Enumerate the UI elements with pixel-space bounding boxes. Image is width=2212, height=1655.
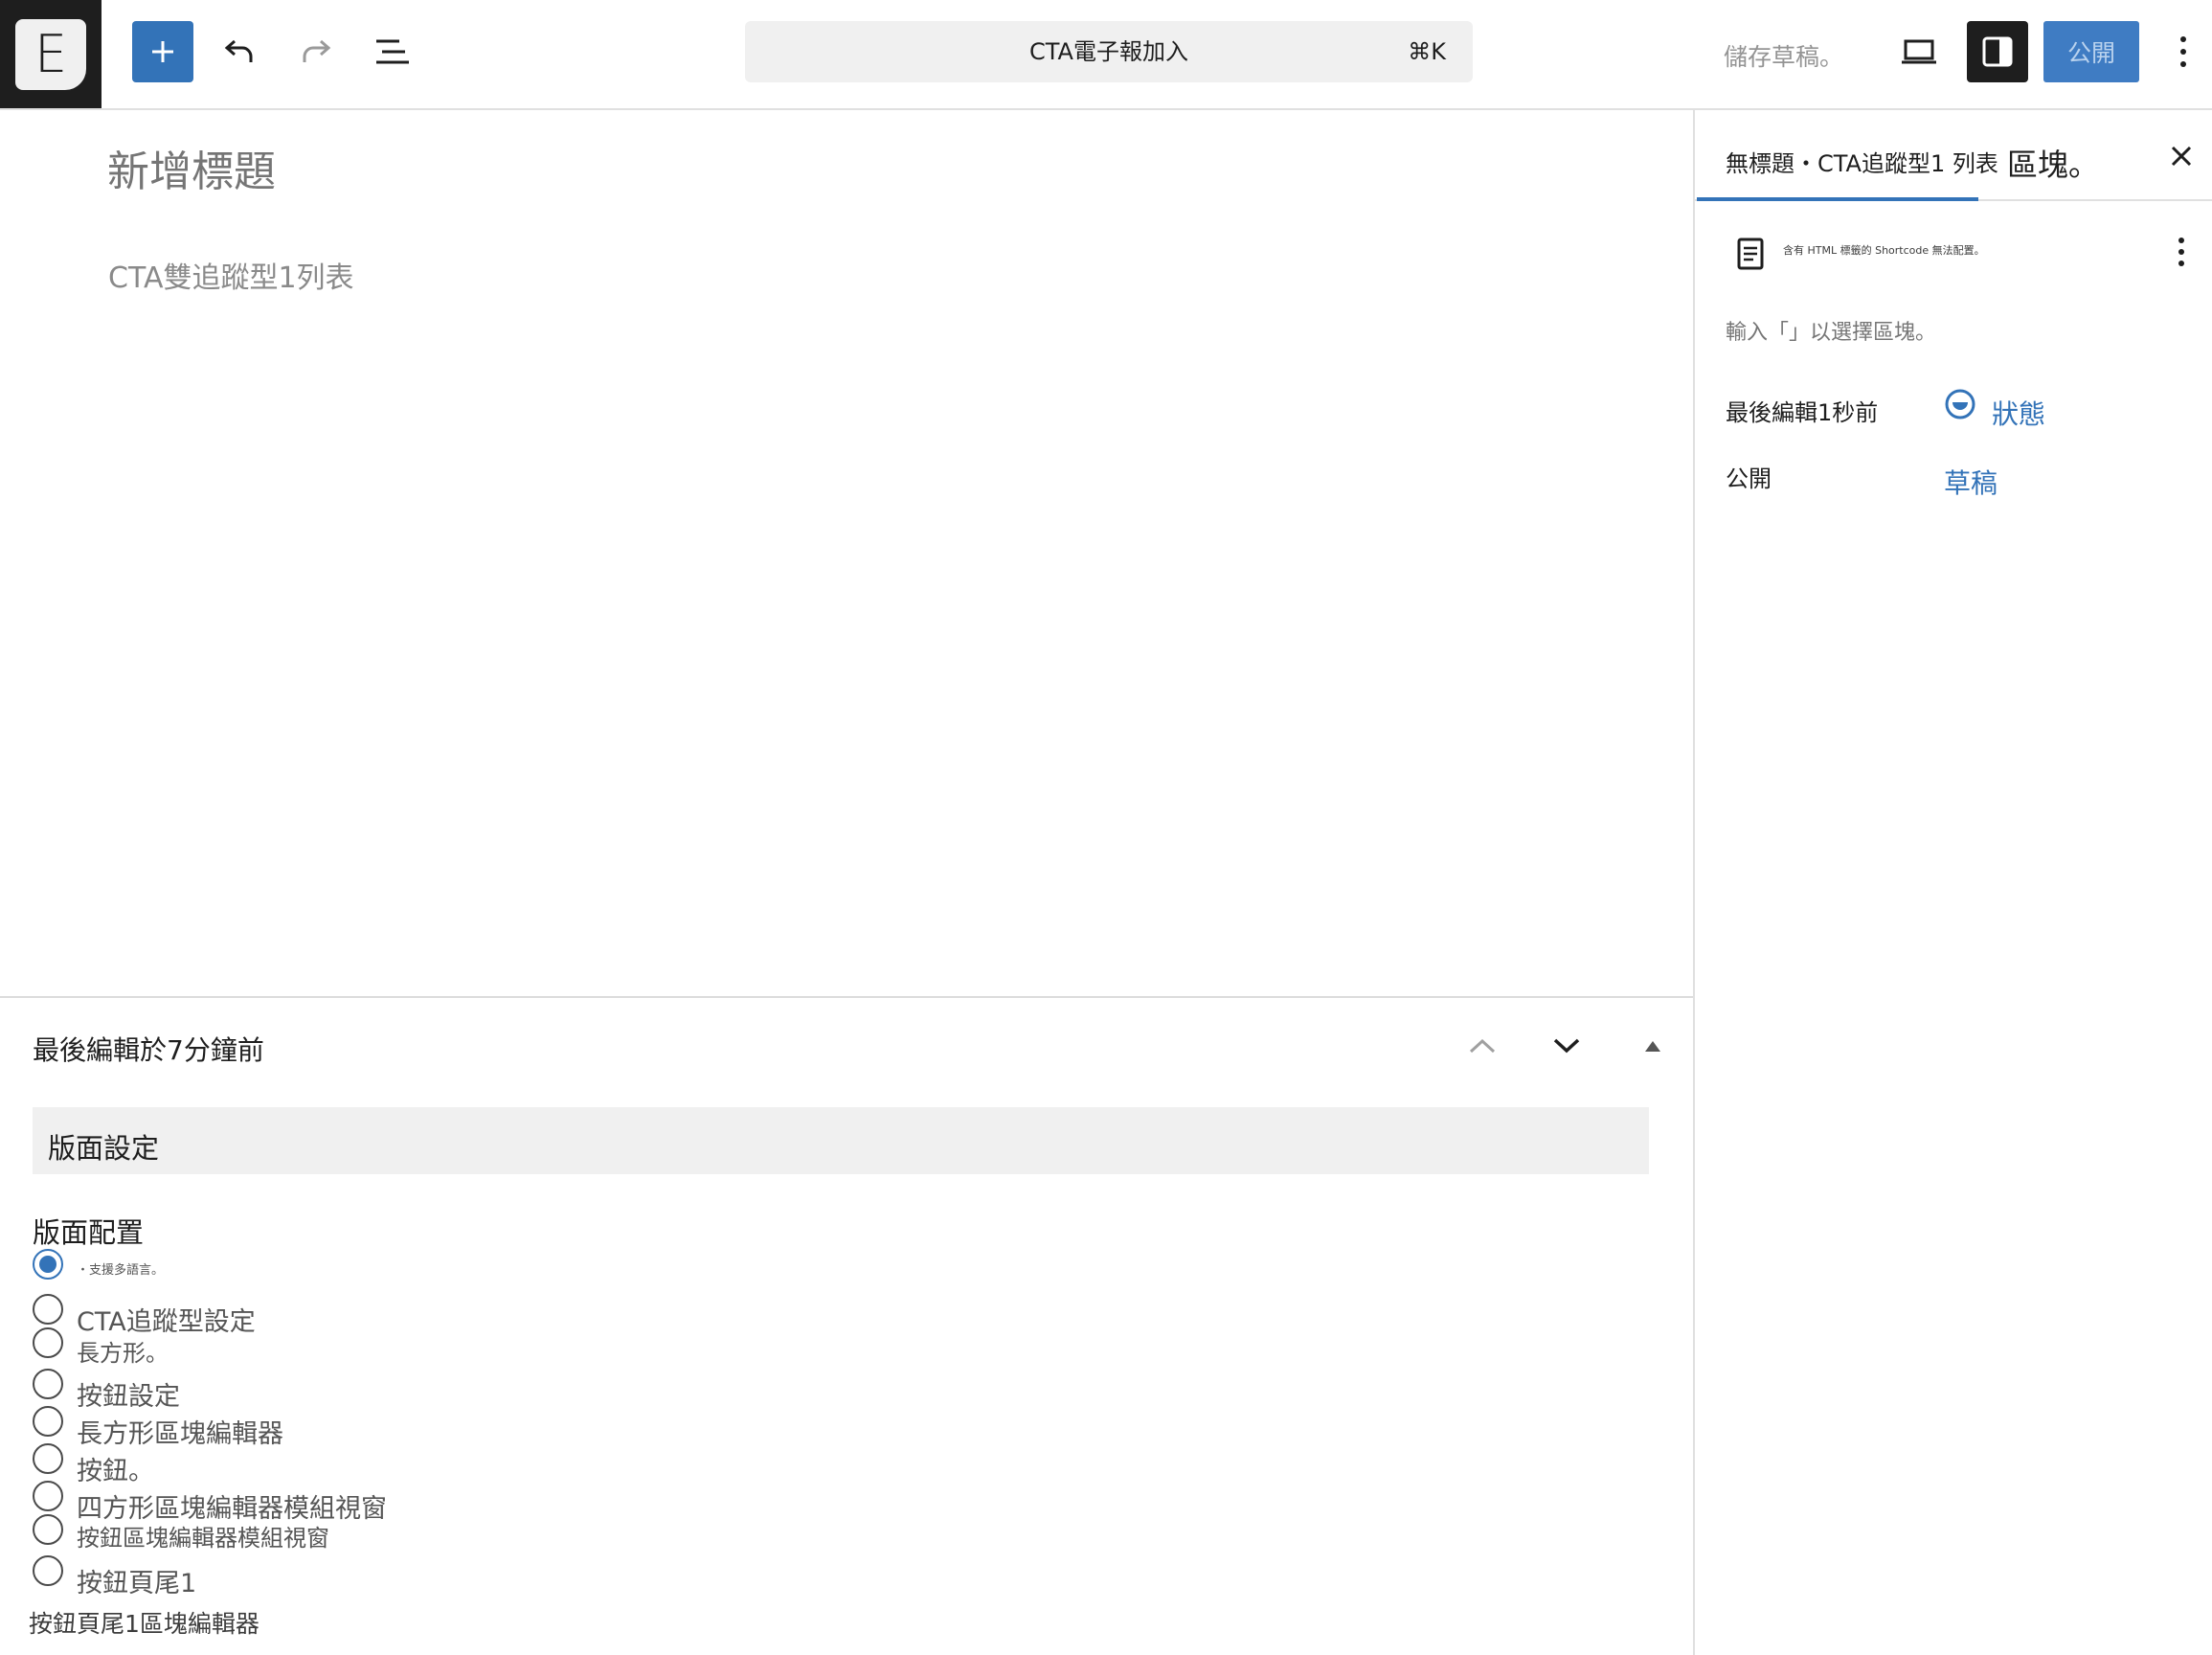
radio-option[interactable]: 按鈕頁尾1 <box>33 1549 196 1598</box>
collapse-panel-button[interactable] <box>1626 1019 1680 1073</box>
redo-button[interactable] <box>285 21 347 82</box>
preview-button[interactable] <box>1888 21 1950 82</box>
undo-button[interactable] <box>209 21 270 82</box>
radio-label: ・支援多語言。 <box>77 1263 165 1278</box>
radio-option[interactable]: 按鈕。 <box>33 1437 154 1486</box>
radio-button[interactable] <box>33 1555 63 1586</box>
more-vertical-icon <box>2180 36 2186 67</box>
keyboard-shortcut: ⌘K <box>1408 38 1446 65</box>
post-title-input[interactable]: 新增標題 <box>107 137 276 198</box>
sidebar-tabs: 無標題・CTA追蹤型1 列表 區塊。 <box>1695 110 2212 201</box>
layout-settings-title: 版面設定 <box>48 1132 160 1165</box>
publish-button[interactable]: 公開 <box>2043 21 2139 82</box>
meta-box-footer-text: 按鈕頁尾1區塊編輯器 <box>29 1610 260 1638</box>
close-icon <box>2171 146 2192 167</box>
post-content-block[interactable]: CTA雙追蹤型1列表 <box>108 254 354 296</box>
editor-canvas: 新增標題 CTA雙追蹤型1列表 <box>0 110 1693 996</box>
document-note: 含有 HTML 標籤的 Shortcode 無法配置。 <box>1783 244 1985 257</box>
radio-option[interactable]: 按鈕區塊編輯器模組視窗 <box>33 1511 329 1552</box>
plus-icon <box>152 41 173 62</box>
undo-icon <box>224 39 253 62</box>
site-logo-icon: E <box>15 18 86 90</box>
radio-label: 按鈕區塊編輯器模組視窗 <box>77 1525 329 1552</box>
triangle-up-icon <box>1645 1041 1660 1052</box>
settings-sidebar: 無標題・CTA追蹤型1 列表 區塊。 含有 HTML 標籤的 Shortcode… <box>1693 110 2212 1655</box>
desktop-preview-icon <box>1902 39 1936 64</box>
move-down-button[interactable] <box>1540 1019 1593 1073</box>
radio-option[interactable]: CTA追蹤型設定 <box>33 1287 256 1337</box>
radio-button[interactable] <box>33 1294 63 1325</box>
document-actions-button[interactable] <box>2164 231 2199 273</box>
layout-config-label: 版面配置 <box>33 1216 145 1249</box>
meta-box-panel: 最後編輯於7分鐘前 版面設定 版面配置 ・支援多語言。 CTA追蹤型設定 長方形… <box>0 996 1693 1655</box>
visibility-label: 公開 <box>1726 465 1772 492</box>
radio-option[interactable]: 長方形區塊編輯器 <box>33 1399 283 1449</box>
radio-button[interactable] <box>33 1514 63 1545</box>
more-vertical-icon <box>2178 238 2184 266</box>
radio-button[interactable] <box>33 1327 63 1358</box>
meta-box-header: 最後編輯於7分鐘前 <box>33 1034 264 1066</box>
tab-document[interactable]: 無標題・CTA追蹤型1 列表 <box>1697 110 1998 201</box>
layout-settings-section[interactable]: 版面設定 <box>33 1107 1649 1174</box>
radio-button[interactable] <box>33 1481 63 1511</box>
site-logo-button[interactable]: E <box>0 0 102 108</box>
command-palette-bar[interactable]: CTA電子報加入 ⌘K <box>745 21 1473 82</box>
radio-option[interactable]: 長方形。 <box>33 1325 169 1367</box>
settings-toggle-button[interactable] <box>1967 21 2028 82</box>
close-sidebar-button[interactable] <box>2160 135 2202 177</box>
document-icon <box>1737 238 1764 270</box>
editor-app: E CTA電子報加入 ⌘K 儲存草稿。 公開 新增標題 CTA雙追蹤型1列表 最… <box>0 0 2212 1655</box>
chevron-down-icon <box>1553 1038 1580 1054</box>
block-select-hint: 輸入「」以選擇區塊。 <box>1726 321 1937 345</box>
save-draft-button[interactable]: 儲存草稿。 <box>1724 38 1843 73</box>
status-link[interactable]: 狀態 <box>1992 394 2045 432</box>
radio-button[interactable] <box>33 1443 63 1474</box>
redo-icon <box>303 39 331 62</box>
add-block-button[interactable] <box>132 21 193 82</box>
radio-option[interactable]: 按鈕設定 <box>33 1362 180 1412</box>
tab-block[interactable]: 區塊。 <box>2007 141 2099 185</box>
chevron-up-icon <box>1469 1038 1496 1054</box>
status-icon <box>1945 389 1975 419</box>
document-overview-button[interactable] <box>362 21 423 82</box>
radio-button[interactable] <box>33 1249 63 1280</box>
list-view-icon <box>376 39 409 64</box>
top-toolbar: E CTA電子報加入 ⌘K 儲存草稿。 公開 <box>0 0 2212 110</box>
radio-button[interactable] <box>33 1369 63 1399</box>
radio-option[interactable]: ・支援多語言。 <box>33 1249 164 1280</box>
sidebar-toggle-icon <box>1982 36 2013 67</box>
last-edited-label: 最後編輯1秒前 <box>1726 399 1879 426</box>
radio-option[interactable]: 四方形區塊編輯器模組視窗 <box>33 1474 387 1524</box>
document-title: CTA電子報加入 <box>1029 38 1188 65</box>
move-up-button[interactable] <box>1456 1019 1509 1073</box>
radio-label: 按鈕頁尾1 <box>77 1569 197 1598</box>
radio-button[interactable] <box>33 1406 63 1437</box>
tab-document-label: 無標題・CTA追蹤型1 列表 <box>1726 150 1998 177</box>
draft-status-link[interactable]: 草稿 <box>1944 463 1998 501</box>
options-menu-button[interactable] <box>2155 21 2212 82</box>
